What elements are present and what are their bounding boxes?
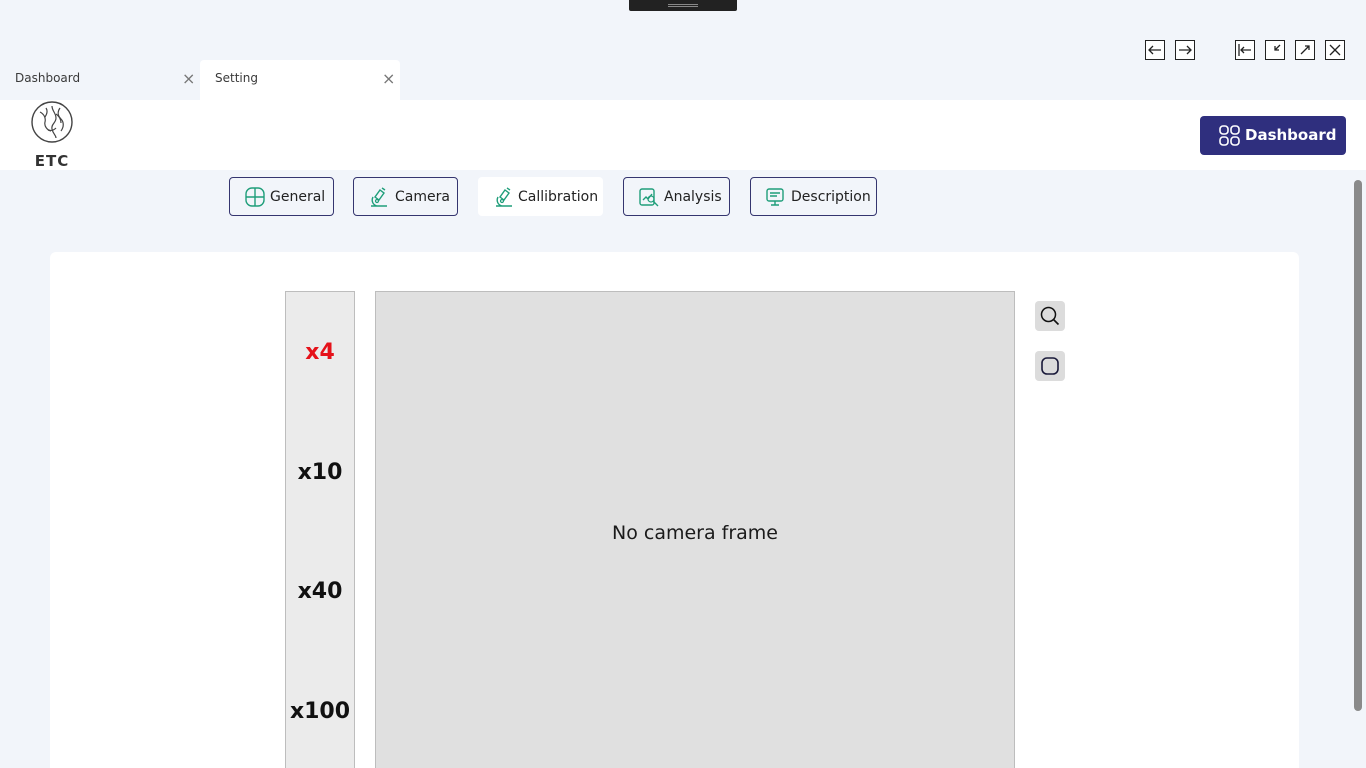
grid-icon [1219,125,1240,146]
arrow-left-icon[interactable] [1145,40,1165,60]
analysis-icon [639,188,659,207]
dashboard-button-label: Dashboard [1245,126,1337,144]
rounded-square-icon[interactable] [1035,351,1065,381]
subtab-label: Analysis [664,189,722,205]
close-tab-icon[interactable]: × [182,71,195,87]
tab-setting[interactable]: Setting × [200,60,400,100]
tab-dashboard[interactable]: Dashboard × [0,60,200,100]
maximize-icon[interactable] [1295,40,1315,60]
camera-placeholder-text: No camera frame [612,522,778,544]
subtab-analysis[interactable]: Analysis [623,177,730,216]
tab-label: Dashboard [15,71,81,85]
header: ETC Dashboard [0,100,1366,170]
microscope-icon [496,187,512,207]
magnification-option[interactable]: x4 [286,340,354,365]
close-tab-icon[interactable]: × [382,71,395,87]
magnification-option[interactable]: x40 [286,579,354,604]
subtab-label: Callibration [518,189,599,205]
logo: ETC [28,100,76,170]
microscope-icon [371,187,387,207]
subtab-label: General [270,189,326,205]
grid-circle-icon [245,187,265,207]
camera-frame[interactable]: No camera frame [375,291,1015,768]
window-drag-handle[interactable] [629,0,737,11]
globe-fingerprint-icon [31,101,73,143]
magnification-option[interactable]: x10 [286,460,354,485]
enter-icon[interactable] [1235,40,1255,60]
subtab-camera[interactable]: Camera [353,177,458,216]
close-icon[interactable] [1325,40,1345,60]
tab-label: Setting [215,71,258,85]
subtab-general[interactable]: General [229,177,334,216]
subtab-label: Description [791,189,871,205]
logo-text: ETC [34,152,70,170]
subtab-callibration[interactable]: Callibration [478,177,603,216]
magnification-selector: x4 x10 x40 x100 [285,291,355,768]
description-icon [766,188,784,206]
minimize-icon[interactable] [1265,40,1285,60]
subtab-label: Camera [395,189,450,205]
search-icon[interactable] [1035,301,1065,331]
dashboard-button[interactable]: Dashboard [1200,116,1346,155]
magnification-option[interactable]: x100 [286,699,354,724]
vertical-scrollbar[interactable] [1354,180,1362,711]
subtab-description[interactable]: Description [750,177,877,216]
arrow-right-icon[interactable] [1175,40,1195,60]
